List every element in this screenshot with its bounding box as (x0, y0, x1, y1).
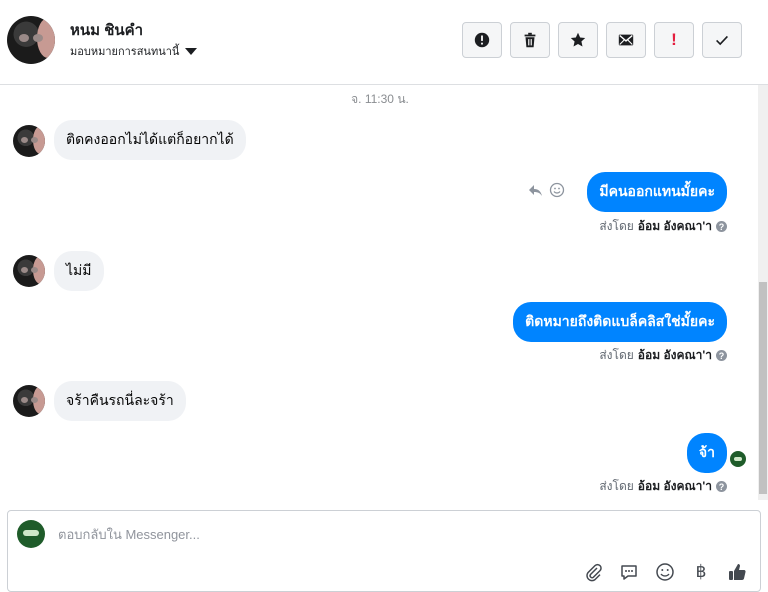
done-button[interactable] (702, 22, 742, 58)
scrollbar-thumb[interactable] (759, 282, 767, 494)
incoming-message[interactable]: ไม่มี (54, 251, 104, 291)
composer-toolbar: ฿ (582, 561, 748, 583)
smiley-icon[interactable] (549, 182, 565, 198)
page-avatar (17, 520, 45, 548)
question-icon[interactable]: ? (716, 221, 727, 232)
outgoing-message[interactable]: จ้า (686, 433, 727, 473)
assign-conversation-dropdown[interactable]: มอบหมายการสนทนานี้ (70, 42, 198, 60)
sent-by-label: ส่งโดย อ้อม อังคณา'า ? (599, 346, 727, 365)
question-icon[interactable]: ? (716, 350, 727, 361)
header-toolbar: ! (462, 22, 742, 58)
message-actions (527, 182, 565, 198)
smiley-icon (656, 563, 674, 581)
reply-composer: ฿ (7, 510, 761, 592)
message-timestamp: จ. 11:30 น. (351, 92, 409, 106)
seen-avatar (730, 451, 746, 467)
assign-label: มอบหมายการสนทนานี้ (70, 46, 180, 58)
paperclip-icon (586, 563, 602, 582)
emoji-button[interactable] (654, 561, 676, 583)
payment-button[interactable]: ฿ (690, 561, 712, 583)
contact-avatar-small[interactable] (13, 125, 45, 157)
sent-by-name: อ้อม อังคณา'า (637, 348, 712, 362)
mark-unread-button[interactable] (606, 22, 646, 58)
chat-bubble-icon (621, 565, 637, 580)
contact-avatar[interactable] (7, 16, 55, 64)
like-button[interactable] (726, 561, 748, 583)
saved-replies-button[interactable] (618, 561, 640, 583)
sent-by-label: ส่งโดย อ้อม อังคณา'า ? (599, 477, 727, 496)
contact-avatar-small[interactable] (13, 255, 45, 287)
report-button[interactable] (462, 22, 502, 58)
thread-scrollbar[interactable] (758, 85, 768, 500)
contact-name[interactable]: หนม ชินคำ (70, 18, 143, 42)
outgoing-message[interactable]: ติดหมายถึงติดแบล็คลิสใช่มั้ยคะ (513, 302, 727, 342)
incoming-message[interactable]: ติดคงออกไม่ได้แต่ก็อยากได้ (54, 120, 246, 160)
check-icon (716, 35, 728, 46)
delete-button[interactable] (510, 22, 550, 58)
sent-by-name: อ้อม อังคณา'า (637, 479, 712, 493)
conversation-header: หนม ชินคำ มอบหมายการสนทนานี้ ! (0, 0, 768, 85)
contact-avatar-small[interactable] (13, 385, 45, 417)
outgoing-message[interactable]: มีคนออกแทนมั้ยคะ (587, 172, 727, 212)
exclamation-icon: ! (671, 30, 677, 49)
incoming-message[interactable]: จร้าคืนรถนี่ละจร้า (54, 381, 186, 421)
message-thread[interactable]: จ. 11:30 น. ติดคงออกไม่ได้แต่ก็อยากได้ ม… (0, 85, 768, 500)
star-icon (570, 32, 586, 47)
trash-icon (524, 32, 536, 48)
alert-circle-icon (474, 32, 490, 48)
follow-up-button[interactable]: ! (654, 22, 694, 58)
reply-icon[interactable] (527, 182, 543, 198)
attach-button[interactable] (582, 561, 604, 583)
question-icon[interactable]: ? (716, 481, 727, 492)
sent-by-label: ส่งโดย อ้อม อังคณา'า ? (599, 217, 727, 236)
sent-by-name: อ้อม อังคณา'า (637, 219, 712, 233)
caret-down-icon (185, 48, 198, 55)
envelope-icon (618, 34, 634, 46)
thumbs-up-icon (729, 564, 746, 580)
sent-by-prefix: ส่งโดย (599, 348, 634, 362)
sent-by-prefix: ส่งโดย (599, 479, 634, 493)
baht-icon: ฿ (695, 562, 707, 581)
reply-input[interactable] (58, 527, 658, 542)
star-button[interactable] (558, 22, 598, 58)
sent-by-prefix: ส่งโดย (599, 219, 634, 233)
